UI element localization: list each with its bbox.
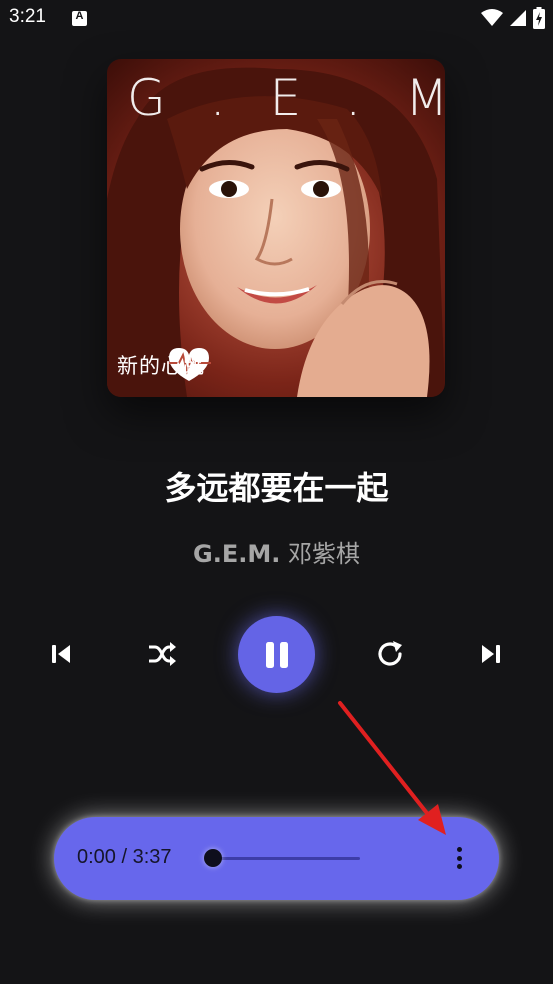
song-artist: G.E.M. 邓紫棋 — [0, 534, 553, 569]
seek-bar-track[interactable] — [213, 857, 360, 860]
shuffle-button[interactable] — [143, 636, 181, 672]
battery-icon — [533, 7, 545, 29]
repeat-button[interactable] — [373, 636, 409, 672]
album-title-text: 新的心跳 — [117, 354, 205, 378]
music-player-screen: 3:21 A G.E. 新的心跳 多远都要在一起 G.E.M. 邓紫棋 0:00… — [0, 0, 553, 984]
playback-time: 0:00 / 3:37 — [77, 846, 172, 868]
shuffle-icon — [149, 642, 176, 666]
artist-latin-name: G.E.M. — [193, 540, 281, 568]
signal-icon — [510, 10, 526, 26]
seek-bar-thumb[interactable] — [204, 849, 222, 867]
mini-player-bar: 0:00 / 3:37 — [54, 817, 499, 900]
pause-icon — [265, 641, 288, 668]
accessibility-notification-icon: A — [72, 10, 87, 26]
status-time: 3:21 — [9, 6, 46, 27]
more-options-button[interactable] — [447, 845, 471, 871]
repeat-icon — [378, 641, 402, 666]
song-title: 多远都要在一起 — [164, 469, 389, 507]
previous-button[interactable] — [44, 636, 78, 672]
skip-previous-icon — [52, 645, 70, 663]
wifi-icon — [481, 9, 503, 26]
skip-next-icon — [482, 645, 500, 663]
album-brand-text: G.E.M. — [127, 69, 445, 127]
album-cover: G.E.M. 新的心跳 — [107, 59, 445, 397]
pause-button[interactable] — [238, 616, 315, 693]
more-vert-icon — [456, 847, 462, 852]
status-icons — [481, 6, 545, 30]
artist-chinese-name: 邓紫棋 — [287, 540, 360, 568]
status-bar: 3:21 A — [0, 0, 553, 36]
next-button[interactable] — [474, 636, 508, 672]
